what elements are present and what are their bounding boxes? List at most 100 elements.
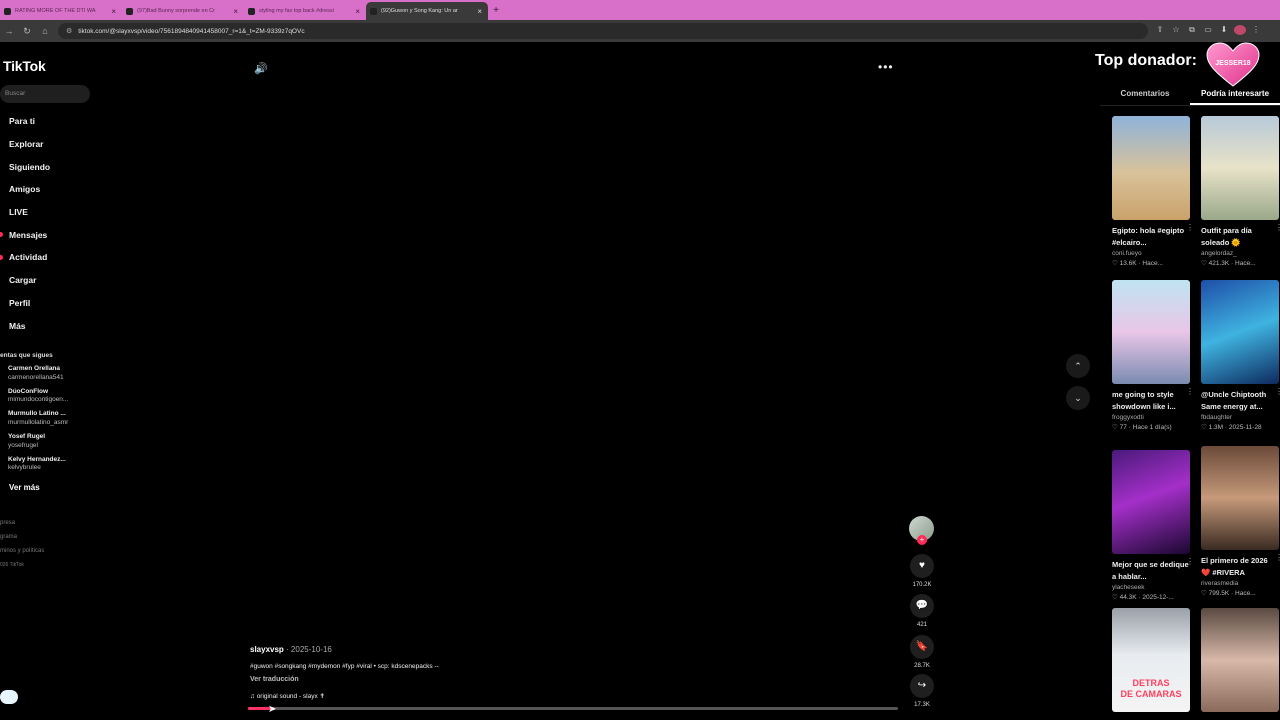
- card-menu-icon[interactable]: ⋮: [1275, 387, 1280, 396]
- card-menu-icon[interactable]: ⋮: [1186, 387, 1194, 396]
- video-thumbnail[interactable]: DETRAS DE CAMARAS: [1112, 608, 1190, 712]
- tab-podria-interesarte[interactable]: Podría interesarte: [1190, 86, 1280, 105]
- following-account[interactable]: Carmen Orellana carmenorellana541: [8, 365, 68, 388]
- sound-name: original sound - slayx ✝: [256, 693, 325, 700]
- menu-icon[interactable]: ⋮: [1250, 25, 1262, 37]
- sidebar-item-explorar[interactable]: Explorar: [0, 133, 50, 156]
- browser-tab-active[interactable]: (92)Guwon y Song Kang: Un ar ×: [366, 2, 488, 20]
- video-card[interactable]: ⋮ El primero de 2026 ❤️ #RIVERA riverasm…: [1201, 446, 1280, 599]
- video-progress-bar[interactable]: [248, 707, 898, 710]
- card-menu-icon[interactable]: ⋮: [1186, 223, 1194, 232]
- new-tab-button[interactable]: +: [488, 2, 504, 20]
- video-author[interactable]: fbdaughter: [1201, 413, 1279, 423]
- address-bar[interactable]: ⚙ tiktok.com/@slayxvsp/video/75618948409…: [58, 23, 1148, 39]
- video-author[interactable]: angelordaz_: [1201, 249, 1279, 259]
- close-tab-icon[interactable]: ×: [477, 7, 482, 16]
- sidebar-item-perfil[interactable]: Perfil: [0, 292, 50, 315]
- extensions-icon[interactable]: ⧉: [1186, 25, 1198, 37]
- download-icon[interactable]: ⬇: [1218, 25, 1230, 37]
- reload-icon[interactable]: ↻: [18, 26, 36, 37]
- account-username: murmullolatino_asmr: [8, 418, 69, 426]
- video-thumbnail[interactable]: [1112, 280, 1190, 384]
- video-thumbnail[interactable]: [1201, 608, 1279, 712]
- video-thumbnail[interactable]: [1201, 446, 1279, 550]
- video-card[interactable]: [1201, 608, 1279, 712]
- right-panel-tabs: Comentarios Podría interesarte: [1100, 86, 1280, 106]
- following-account[interactable]: Kelvy Hernandez... kelvybrulee: [8, 456, 68, 479]
- sidebar-item-mensajes[interactable]: Mensajes: [0, 223, 50, 246]
- sidebar-item-para-ti[interactable]: Para ti: [0, 110, 50, 133]
- next-video-button[interactable]: ⌄: [1066, 386, 1090, 410]
- video-card[interactable]: DETRAS DE CAMARAS: [1112, 608, 1190, 712]
- browser-tab[interactable]: (97)Bad Bunny sorprende en Cr ×: [122, 2, 244, 20]
- video-thumbnail[interactable]: [1201, 280, 1279, 384]
- close-tab-icon[interactable]: ×: [111, 7, 116, 16]
- sidebar-footer: presa grama minos y políticas 026 TikTok: [0, 516, 44, 572]
- creator-username[interactable]: slayxvsp: [250, 645, 284, 654]
- video-author[interactable]: froggyxodti: [1112, 413, 1190, 423]
- sidebar-item-cargar[interactable]: Cargar: [0, 269, 50, 292]
- sidebar-item-siguiendo[interactable]: Siguiendo: [0, 155, 50, 178]
- search-input[interactable]: Buscar: [0, 85, 90, 103]
- video-card[interactable]: ⋮ Egipto: hola #egipto #elcairo... coni.…: [1112, 116, 1194, 269]
- video-thumbnail[interactable]: [1112, 450, 1190, 554]
- follow-plus-icon[interactable]: +: [917, 535, 927, 545]
- following-account[interactable]: DúoConFlow mimundocontigoen...: [8, 388, 68, 411]
- footer-link[interactable]: grama: [0, 530, 44, 544]
- video-card[interactable]: ⋮ me going to style showdown like i... f…: [1112, 280, 1194, 433]
- video-card[interactable]: ⋮ @Uncle Chiptooth Same energy at... fbd…: [1201, 280, 1280, 433]
- tab-label: (92)Guwon y Song Kang: Un ar: [381, 8, 458, 14]
- sidebar-icon[interactable]: ▭: [1202, 25, 1214, 37]
- see-more-link[interactable]: Ver más: [9, 483, 40, 492]
- video-card[interactable]: ⋮ Outfit para día soleado 🌞 angelordaz_ …: [1201, 116, 1280, 269]
- account-name: Kelvy Hernandez...: [8, 455, 66, 463]
- following-account[interactable]: Yosef Rugel yosefrugel: [8, 433, 68, 456]
- video-author[interactable]: coni.fueyo: [1112, 249, 1190, 259]
- video-thumbnail[interactable]: [1112, 116, 1190, 220]
- see-translation-link[interactable]: Ver traducción: [250, 676, 299, 683]
- comment-button[interactable]: 💬 421: [909, 594, 935, 628]
- footer-link[interactable]: presa: [0, 516, 44, 530]
- more-options-icon[interactable]: •••: [878, 60, 894, 74]
- tab-comentarios[interactable]: Comentarios: [1100, 86, 1190, 105]
- site-info-icon[interactable]: ⚙: [66, 27, 72, 35]
- footer-link[interactable]: minos y políticas: [0, 544, 44, 558]
- forward-icon[interactable]: →: [0, 26, 18, 36]
- browser-tab[interactable]: RATING MORE OF THE DTI WA ×: [0, 2, 122, 20]
- save-button[interactable]: 🔖 28.7K: [909, 635, 935, 669]
- video-title: @Uncle Chiptooth Same energy at...: [1201, 390, 1267, 411]
- like-button[interactable]: ♥ 170.2K: [909, 554, 935, 588]
- home-icon[interactable]: ⌂: [36, 26, 54, 36]
- tiktok-logo[interactable]: TikTok: [3, 58, 46, 74]
- sidebar-item-live[interactable]: LIVE: [0, 201, 50, 224]
- sound-link[interactable]: ♫ original sound - slayx ✝: [250, 692, 325, 700]
- card-menu-icon[interactable]: ⋮: [1186, 557, 1194, 566]
- card-menu-icon[interactable]: ⋮: [1275, 223, 1280, 232]
- share-button[interactable]: ↪ 17.3K: [909, 674, 935, 708]
- video-card[interactable]: ⋮ Mejor que se dedique a hablar... ylach…: [1112, 450, 1194, 603]
- video-thumbnail[interactable]: [1201, 116, 1279, 220]
- volume-icon[interactable]: 🔊: [254, 62, 268, 75]
- close-tab-icon[interactable]: ×: [355, 7, 360, 16]
- bookmark-star-icon[interactable]: ☆: [1170, 25, 1182, 37]
- close-tab-icon[interactable]: ×: [233, 7, 238, 16]
- help-bubble-button[interactable]: [0, 690, 18, 704]
- video-author[interactable]: riverasmedia: [1201, 579, 1279, 589]
- card-menu-icon[interactable]: ⋮: [1275, 553, 1280, 562]
- previous-video-button[interactable]: ⌃: [1066, 354, 1090, 378]
- like-count: 170.2K: [912, 582, 932, 588]
- browser-tab[interactable]: styling my fav top back #dressi ×: [244, 2, 366, 20]
- sidebar-item-mas[interactable]: Más: [0, 314, 50, 337]
- video-creator[interactable]: slayxvsp · 2025-10-16: [250, 645, 332, 654]
- share-page-icon[interactable]: ⇪: [1154, 25, 1166, 37]
- video-author[interactable]: ylacheseek: [1112, 583, 1190, 593]
- donor-name: JESSER18: [1215, 60, 1251, 67]
- sidebar-item-amigos[interactable]: Amigos: [0, 178, 50, 201]
- video-title: Outfit para día soleado 🌞: [1201, 226, 1252, 247]
- sidebar-item-label: Actividad: [9, 252, 48, 263]
- save-count: 28.7K: [914, 663, 930, 669]
- sidebar-nav: Para ti Explorar Siguiendo Amigos LIVE M…: [0, 110, 50, 337]
- profile-avatar[interactable]: [1234, 25, 1246, 37]
- sidebar-item-actividad[interactable]: Actividad: [0, 246, 50, 269]
- following-account[interactable]: Murmullo Latino ... murmullolatino_asmr: [8, 410, 68, 433]
